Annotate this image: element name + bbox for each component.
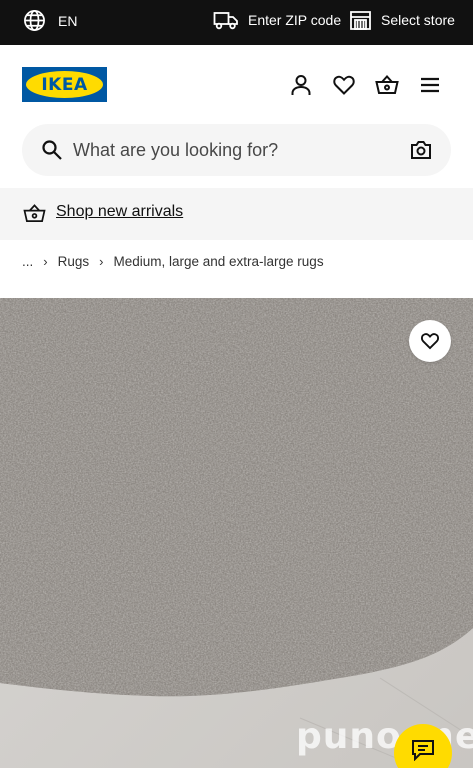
heart-icon <box>421 333 439 350</box>
favourites-button[interactable] <box>332 73 356 97</box>
language-label: EN <box>58 12 78 29</box>
search-input[interactable] <box>73 134 393 166</box>
search-icon <box>42 140 62 160</box>
user-icon <box>291 75 311 95</box>
menu-button[interactable] <box>418 73 442 97</box>
basket-icon <box>375 75 399 94</box>
logo-text: IKEA <box>41 74 88 95</box>
store-icon <box>350 11 371 30</box>
breadcrumb-rugs[interactable]: Rugs <box>58 254 90 269</box>
zip-code-label: Enter ZIP code <box>248 12 342 28</box>
top-bar: EN Enter ZIP code Select store <box>0 0 473 45</box>
chevron-right-icon: › <box>43 254 48 269</box>
chevron-right-icon: › <box>99 254 104 269</box>
breadcrumb-current[interactable]: Medium, large and extra-large rugs <box>113 254 323 269</box>
breadcrumb: ... › Rugs › Medium, large and extra-lar… <box>22 254 324 269</box>
breadcrumb-ellipsis[interactable]: ... <box>22 254 33 269</box>
globe-icon <box>24 10 45 31</box>
rug-photo <box>0 298 473 768</box>
language-selector[interactable]: EN <box>23 9 77 32</box>
site-header: IKEA <box>0 45 473 125</box>
basket-icon <box>23 204 46 222</box>
search-bar[interactable] <box>22 124 451 176</box>
shop-new-arrivals-link[interactable]: Shop new arrivals <box>56 203 183 221</box>
zip-code-button[interactable]: Enter ZIP code <box>213 9 341 31</box>
account-button[interactable] <box>289 73 313 97</box>
chat-icon <box>412 740 434 761</box>
select-store-button[interactable]: Select store <box>349 9 455 31</box>
product-image[interactable] <box>0 298 473 768</box>
ikea-logo[interactable]: IKEA <box>22 67 107 102</box>
camera-icon[interactable] <box>410 139 432 161</box>
promo-banner: Shop new arrivals <box>0 188 473 240</box>
basket-button[interactable] <box>375 73 399 97</box>
logo-oval: IKEA <box>26 71 103 98</box>
select-store-label: Select store <box>381 12 455 28</box>
add-to-favourites-button[interactable] <box>409 320 451 362</box>
menu-icon <box>421 77 439 93</box>
truck-icon <box>213 12 238 30</box>
heart-icon <box>333 75 355 95</box>
